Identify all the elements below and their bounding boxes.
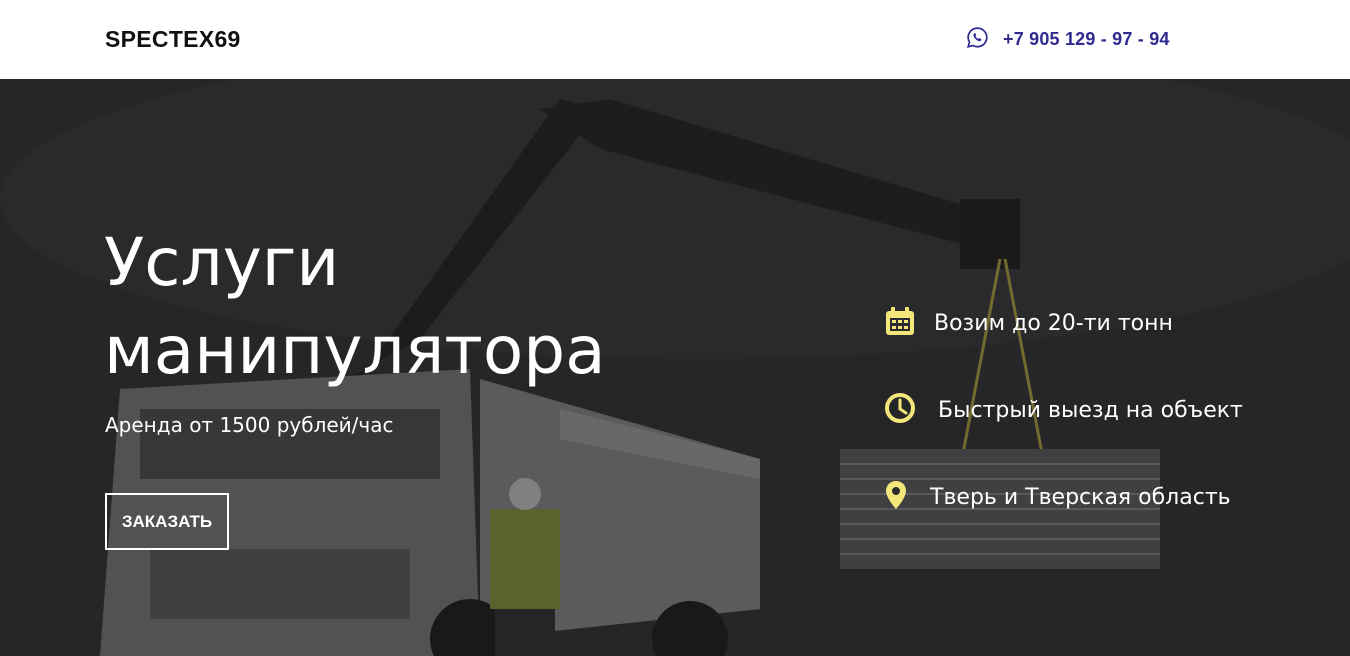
feature-capacity: Возим до 20-ти тонн (884, 305, 1173, 341)
order-button[interactable]: ЗАКАЗАТЬ (105, 493, 229, 550)
feature-label: Быстрый выезд на объект (938, 397, 1243, 423)
site-header: SPECTEX69 +7 905 129 - 97 - 94 (0, 0, 1350, 79)
phone-link[interactable]: +7 905 129 - 97 - 94 (966, 26, 1170, 52)
whatsapp-icon (966, 26, 989, 53)
feature-label: Тверь и Тверская область (930, 484, 1231, 510)
clock-icon (884, 392, 916, 428)
location-pin-icon (880, 479, 912, 515)
feature-fast-dispatch: Быстрый выезд на объект (884, 392, 1243, 428)
feature-region: Тверь и Тверская область (880, 479, 1231, 515)
feature-label: Возим до 20-ти тонн (934, 310, 1173, 336)
calendar-icon (884, 305, 916, 341)
site-logo[interactable]: SPECTEX69 (105, 26, 241, 53)
phone-number[interactable]: +7 905 129 - 97 - 94 (1003, 29, 1170, 50)
hero-subtitle: Аренда от 1500 рублей/час (105, 413, 394, 437)
hero-section: Услуги манипулятора Аренда от 1500 рубле… (0, 79, 1350, 656)
hero-title: Услуги манипулятора (104, 224, 606, 389)
